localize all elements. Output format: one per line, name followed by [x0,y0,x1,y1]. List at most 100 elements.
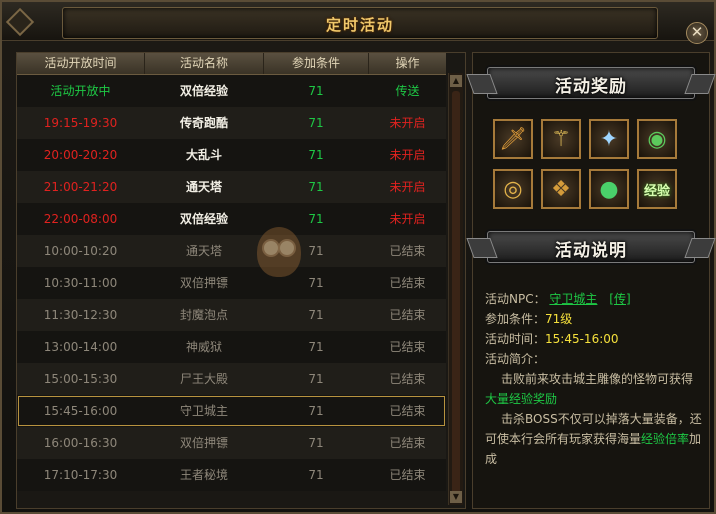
table-row[interactable]: 13:00-14:00 神威狱 71 已结束 [17,331,446,363]
row-action[interactable]: 未开启 [369,203,446,235]
row-action[interactable]: 已结束 [369,363,446,395]
row-time: 活动开放中 [50,84,111,98]
reward-slot[interactable]: ⚚ [541,119,581,159]
row-activity-name: 双倍押镖 [179,436,228,450]
table-row[interactable]: 15:45-16:00 守卫城主 71 已结束 [17,395,446,427]
row-activity-name: 通天塔 [185,244,222,258]
row-activity-name: 大乱斗 [185,148,222,162]
row-action[interactable]: 已结束 [369,267,446,299]
table-row[interactable]: 10:00-10:20 通天塔 71 已结束 [17,235,446,267]
row-level-requirement: 71 [308,116,324,130]
row-activity-name: 王者秘境 [179,468,228,482]
intro-text-1a: 击败前来攻击城主雕像的怪物可获得 [501,372,694,386]
timed-activity-window: 定时活动 ✕ 活动开放时间 活动名称 参加条件 操作 活动开放中 双倍经验 71 传送… [0,0,716,514]
intro-text-1b: 大量经验奖励 [485,392,558,406]
table-row[interactable]: 20:00-20:20 大乱斗 71 未开启 [17,139,446,171]
row-activity-name: 通天塔 [185,180,222,194]
row-level-requirement: 71 [308,372,324,386]
row-action[interactable]: 已结束 [369,395,446,427]
header-condition: 参加条件 [264,53,369,74]
corner-ornament-icon [5,7,35,37]
row-action[interactable]: 未开启 [369,139,446,171]
row-level-requirement: 71 [308,84,324,98]
gem-icon: ❖ [551,176,571,202]
row-activity-name: 守卫城主 [179,404,228,418]
ring-icon: ◎ [503,176,523,202]
time-value: 15:45-16:00 [545,332,619,346]
row-action[interactable]: 已结束 [369,459,446,491]
time-line: 活动时间：15:45-16:00 [485,329,619,349]
row-time: 22:00-08:00 [43,212,118,226]
activity-table: 活动开放时间 活动名称 参加条件 操作 活动开放中 双倍经验 71 传送 19:15-1… [16,52,466,509]
sword-icon: 🗡 [499,126,527,152]
row-action[interactable]: 已结束 [369,299,446,331]
scroll-up-icon[interactable]: ▲ [450,75,462,87]
reward-slot[interactable]: ● [589,169,629,209]
row-action[interactable]: 已结束 [369,331,446,363]
row-time: 20:00-20:20 [43,148,118,162]
npc-name-link[interactable]: 守卫城主 [549,292,597,306]
row-action[interactable]: 未开启 [369,107,446,139]
npc-teleport-link[interactable]: [传] [609,292,630,306]
reward-slot[interactable]: ❖ [541,169,581,209]
row-time: 15:00-15:30 [43,372,118,386]
title-bar: 定时活动 [2,2,714,41]
condition-label: 参加条件： [485,312,546,326]
row-level-requirement: 71 [308,148,324,162]
row-level-requirement: 71 [308,308,324,322]
table-row[interactable]: 21:00-21:20 通天塔 71 未开启 [17,171,446,203]
row-time: 13:00-14:00 [43,340,118,354]
row-activity-name: 神威狱 [185,340,222,354]
intro-text-2b-pre: 可使本行会所有玩家获得海量 [485,432,642,446]
scroll-down-icon[interactable]: ▼ [450,491,462,503]
header-name: 活动名称 [145,53,264,74]
table-scrollbar[interactable]: ▲ ▼ [448,73,463,505]
info-panel: 活动奖励 🗡 ⚚ ✦ ◉ ◎ ❖ ● 经验 活动说明 活动NPC： 守卫城主 [传] 参加条件… [466,52,716,509]
table-row[interactable]: 16:00-16:30 双倍押镖 71 已结束 [17,427,446,459]
row-activity-name: 尸王大殿 [179,372,228,386]
row-action[interactable]: 已结束 [369,427,446,459]
table-row[interactable]: 15:00-15:30 尸王大殿 71 已结束 [17,363,446,395]
row-level-requirement: 71 [308,340,324,354]
time-label: 活动时间： [485,332,546,346]
row-level-requirement: 71 [308,436,324,450]
row-action[interactable]: 已结束 [369,235,446,267]
reward-slot[interactable]: ✦ [589,119,629,159]
scroll-thumb[interactable] [452,91,460,501]
owl-watermark-icon [257,227,301,277]
table-row[interactable]: 19:15-19:30 传奇跑酷 71 未开启 [17,107,446,139]
staff-icon: ⚚ [551,126,571,152]
reward-slot[interactable]: ◎ [493,169,533,209]
table-row[interactable]: 17:10-17:30 王者秘境 71 已结束 [17,459,446,491]
row-activity-name: 封魔泡点 [179,308,228,322]
npc-line: 活动NPC： 守卫城主 [传] [485,289,631,309]
table-row[interactable]: 22:00-08:00 双倍经验 71 未开启 [17,203,446,235]
table-row[interactable]: 活动开放中 双倍经验 71 传送 [17,75,446,107]
reward-grid: 🗡 ⚚ ✦ ◉ ◎ ❖ ● 经验 [493,119,689,215]
green-orb-icon: ● [599,176,619,202]
close-button[interactable]: ✕ [686,22,708,44]
row-action[interactable]: 传送 [369,75,446,107]
table-row[interactable]: 10:30-11:00 双倍押镖 71 已结束 [17,267,446,299]
row-activity-name: 双倍经验 [179,84,228,98]
intro-text-2a: 击杀BOSS不仅可以掉落大量装备，还 [501,412,702,426]
row-level-requirement: 71 [308,404,324,418]
reward-slot[interactable]: 🗡 [493,119,533,159]
row-activity-name: 传奇跑酷 [179,116,228,130]
reward-slot[interactable]: ◉ [637,119,677,159]
intro-label: 活动简介： [485,352,546,366]
table-row[interactable]: 11:30-12:30 封魔泡点 71 已结束 [17,299,446,331]
window-title: 定时活动 [325,16,394,34]
row-activity-name: 双倍押镖 [179,276,228,290]
npc-label: 活动NPC： [485,292,546,306]
row-action[interactable]: 未开启 [369,171,446,203]
row-time: 19:15-19:30 [43,116,118,130]
row-activity-name: 双倍经验 [179,212,228,226]
row-time: 15:45-16:00 [43,404,118,418]
row-time: 21:00-21:20 [43,180,118,194]
intro-text-2b-post: 加 [689,432,702,446]
row-level-requirement: 71 [308,468,324,482]
rewards-title: 活动奖励 [555,77,627,97]
description-banner: 活动说明 [466,231,716,263]
reward-slot[interactable]: 经验 [637,169,677,209]
